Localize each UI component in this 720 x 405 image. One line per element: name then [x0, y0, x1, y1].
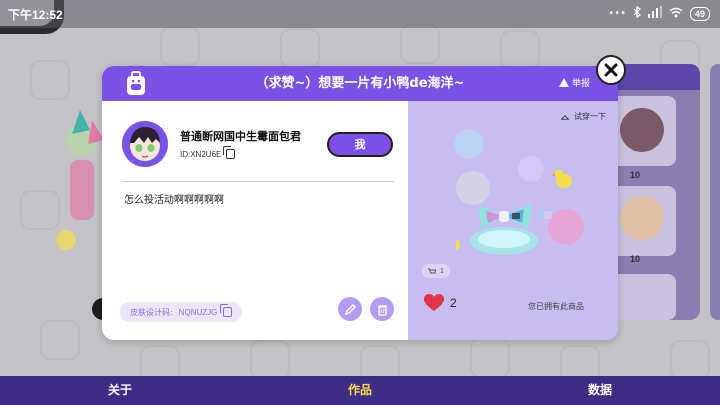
- try-on-label: 试穿一下: [574, 112, 606, 121]
- dialog-header: （求赞~）想要一片有小鸭de海洋~ 举报: [102, 66, 618, 101]
- item-preview-panel: 试穿一下 1 2 您已拥有此商品: [408, 101, 618, 340]
- copy-icon[interactable]: [223, 146, 236, 159]
- cart-icon: [428, 268, 436, 273]
- bubble-decoration: [454, 129, 484, 159]
- signal-icon: [647, 6, 662, 21]
- avatar[interactable]: [122, 121, 168, 167]
- wifi-icon: [669, 7, 683, 21]
- shop-item-price: 10: [630, 254, 641, 264]
- me-button[interactable]: 我: [327, 132, 393, 157]
- tab-works[interactable]: 作品: [240, 376, 480, 405]
- cart-count: 1: [440, 267, 444, 275]
- work-description: 怎么投活动啊啊啊啊啊: [124, 195, 224, 206]
- tab-stats[interactable]: 数据: [480, 376, 720, 405]
- pencil-icon: [344, 303, 356, 315]
- shop-item-card[interactable]: [610, 274, 676, 320]
- dialog-title: （求赞~）想要一片有小鸭de海洋~: [255, 76, 465, 91]
- side-panel-edge: [710, 64, 720, 320]
- heart-icon: [424, 294, 444, 311]
- item-preview-image: [456, 169, 572, 255]
- bottom-nav: 关于 作品 数据: [0, 376, 720, 405]
- hanger-icon: [560, 114, 570, 120]
- delete-button[interactable]: [370, 297, 394, 321]
- close-button[interactable]: [596, 55, 626, 85]
- more-dots-icon: •••: [608, 8, 626, 19]
- report-label: 举报: [571, 79, 590, 89]
- divider: [122, 181, 394, 182]
- close-icon: [604, 63, 618, 77]
- author-id: ID:XN2U6E: [180, 146, 236, 159]
- design-code-chip[interactable]: 皮肤设计码: NQNUZJG: [120, 302, 243, 322]
- bluetooth-icon: [633, 5, 641, 21]
- author-name: 普通断网国中生霉面包君: [180, 130, 301, 143]
- status-time: 下午12:52: [8, 8, 63, 22]
- author-info-section: 普通断网国中生霉面包君 ID:XN2U6E 我 怎么投活动啊啊啊啊啊 皮肤设计码…: [102, 101, 408, 340]
- status-bar: 下午12:52 ••• 49: [0, 0, 720, 28]
- like-count: 2: [450, 296, 457, 310]
- author-id-text: ID:XN2U6E: [180, 149, 222, 159]
- warning-icon: [558, 78, 569, 87]
- edit-button[interactable]: [338, 297, 362, 321]
- report-button[interactable]: 举报: [558, 76, 590, 89]
- tab-about[interactable]: 关于: [0, 376, 240, 405]
- try-on-button[interactable]: 试穿一下: [560, 111, 606, 122]
- cart-count-badge: 1: [422, 264, 450, 278]
- trash-icon: [377, 304, 387, 316]
- design-code-value: NQNUZJG: [178, 307, 218, 317]
- copy-icon[interactable]: [220, 304, 233, 317]
- like-button[interactable]: 2: [424, 294, 457, 312]
- owned-status: 您已拥有此商品: [528, 302, 584, 311]
- battery-indicator: 49: [689, 6, 710, 21]
- shop-item-price: 10: [630, 170, 641, 180]
- design-code-label: 皮肤设计码:: [130, 307, 173, 317]
- work-detail-dialog: （求赞~）想要一片有小鸭de海洋~ 举报 普通断网国中生霉面包君 ID:XN2U…: [102, 66, 618, 340]
